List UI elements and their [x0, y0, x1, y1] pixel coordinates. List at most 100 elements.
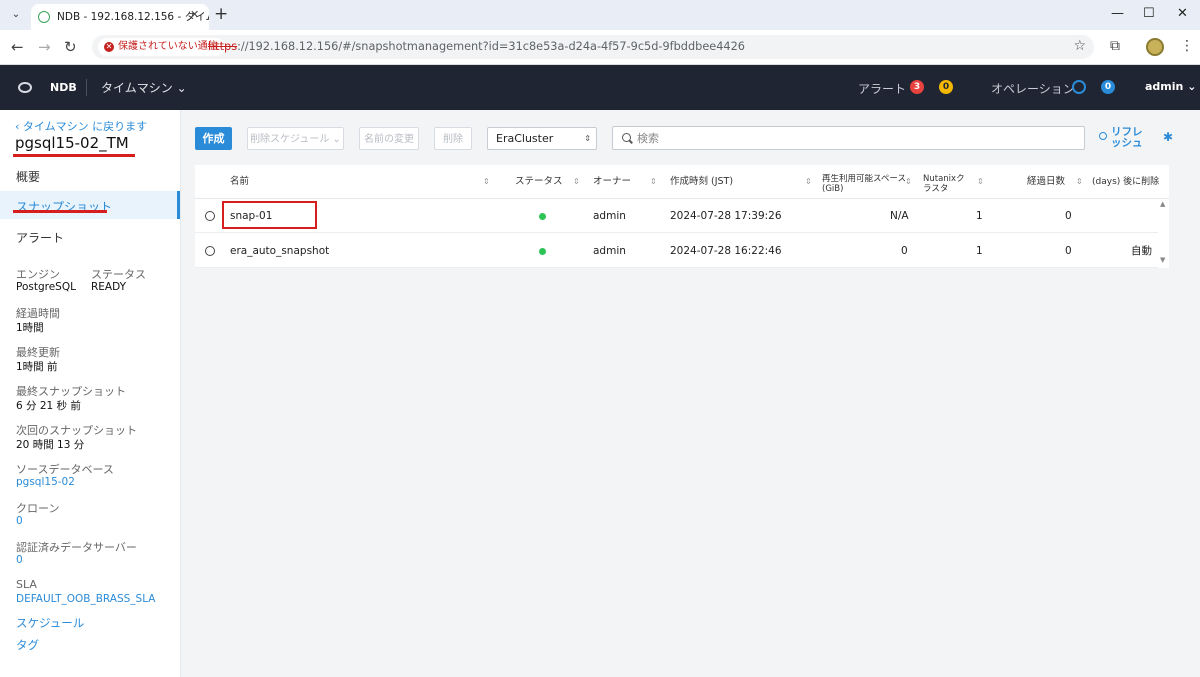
sla-link[interactable]: DEFAULT_OOB_BRASS_SLA [16, 593, 156, 605]
header-divider [86, 79, 87, 96]
status-ok-dot [539, 213, 546, 220]
operations-label[interactable]: オペレーション [991, 80, 1075, 97]
refresh-button[interactable]: リフレッシュ [1111, 127, 1147, 149]
source-db-link[interactable]: pgsql15-02 [16, 476, 75, 488]
window-close-icon[interactable]: ✕ [1177, 6, 1188, 21]
create-snapshot-button[interactable]: 作成 [195, 127, 232, 150]
sort-icon[interactable]: ⇕ [573, 165, 580, 199]
delete-button[interactable]: 削除 [434, 127, 472, 150]
authorized-servers-link[interactable]: 0 [16, 554, 23, 566]
security-label: 保護されていない通信 [118, 41, 218, 52]
app-logo-text[interactable]: NDB [50, 81, 77, 94]
row-name[interactable]: era_auto_snapshot [230, 234, 329, 268]
row-owner: admin [593, 210, 626, 222]
delete-schedule-label: 削除スケジュール [250, 134, 330, 145]
sort-icon[interactable]: ⇕ [905, 165, 912, 199]
user-menu[interactable]: admin ⌄ [1145, 80, 1196, 93]
table-scrollbar[interactable]: ▲ ▼ [1158, 200, 1169, 268]
last-snapshot-value: 6 分 21 秒 前 [16, 400, 81, 412]
clones-link[interactable]: 0 [16, 515, 23, 527]
search-box[interactable] [612, 126, 1085, 150]
bookmark-star-icon[interactable]: ☆ [1073, 38, 1086, 54]
schedule-link[interactable]: スケジュール [16, 615, 84, 631]
sidebar-item-alerts[interactable]: アラート [16, 229, 64, 246]
url-path: ://192.168.12.156/#/snapshotmanagement?i… [237, 40, 745, 53]
extensions-icon[interactable]: ⧉ [1110, 38, 1120, 54]
col-reclaimable[interactable]: 再生利用可能スペース (GiB) [822, 174, 906, 194]
age-label: 経過時間 [16, 307, 60, 320]
profile-avatar[interactable] [1146, 38, 1164, 56]
address-bar-row: ← → ↻ ✕ 保護されていない通信 https://192.168.12.15… [0, 30, 1200, 65]
sort-icon[interactable]: ⇕ [805, 165, 812, 199]
select-arrows-icon: ⇕ [584, 134, 591, 143]
security-chip[interactable]: ✕ 保護されていない通信 [98, 38, 225, 56]
operations-count-badge[interactable]: 0 [1101, 80, 1115, 94]
new-tab-button[interactable]: + [214, 4, 228, 24]
row-clusters: 1 [976, 210, 983, 222]
url-text[interactable]: https://192.168.12.156/#/snapshotmanagem… [208, 35, 745, 59]
delete-schedule-button[interactable]: 削除スケジュール ⌄ [247, 127, 344, 150]
refresh-icon [1099, 132, 1107, 140]
ndb-logo-icon [18, 82, 32, 93]
table-row[interactable]: era_auto_snapshot admin 2024-07-28 16:22… [195, 234, 1169, 268]
tab-search-chevron-icon[interactable]: ⌄ [6, 5, 26, 25]
status-label: ステータス [91, 268, 146, 281]
omnibox[interactable]: ✕ 保護されていない通信 https://192.168.12.156/#/sn… [92, 35, 1094, 59]
annotation-underline [13, 210, 107, 213]
browser-tab[interactable]: NDB - 192.168.12.156 - タイムマ [31, 4, 209, 30]
alerts-label[interactable]: アラート [858, 80, 906, 97]
sort-icon[interactable]: ⇕ [1076, 165, 1083, 199]
status-ok-dot [539, 248, 546, 255]
row-owner: admin [593, 245, 626, 257]
back-to-time-machines-link[interactable]: ‹ タイムマシン に戻ります [15, 118, 147, 134]
cluster-select-value: EraCluster [496, 132, 554, 145]
row-created: 2024-07-28 16:22:46 [670, 245, 782, 257]
rename-button[interactable]: 名前の変更 [359, 127, 419, 150]
annotation-underline [13, 154, 135, 157]
url-scheme: https [208, 40, 238, 53]
col-owner[interactable]: オーナー [593, 165, 631, 199]
main-content: 作成 削除スケジュール ⌄ 名前の変更 削除 EraCluster ⇕ リフレッ… [181, 110, 1200, 677]
tab-close-icon[interactable]: ✕ [190, 8, 199, 21]
critical-alert-badge[interactable]: 3 [910, 80, 924, 94]
reload-icon[interactable]: ↻ [64, 38, 77, 56]
row-created: 2024-07-28 17:39:26 [670, 210, 782, 222]
cluster-select[interactable]: EraCluster ⇕ [487, 127, 597, 150]
row-radio[interactable] [205, 211, 215, 221]
age-value: 1時間 [16, 322, 44, 334]
minimize-icon[interactable]: — [1111, 6, 1124, 21]
col-delete-after[interactable]: (days) 後に削除 [1092, 165, 1159, 199]
scroll-up-icon[interactable]: ▲ [1160, 200, 1165, 208]
sort-icon[interactable]: ⇕ [650, 165, 657, 199]
tags-link[interactable]: タグ [16, 637, 39, 653]
col-age[interactable]: 経過日数 [1027, 165, 1065, 199]
maximize-icon[interactable]: ☐ [1143, 6, 1155, 21]
row-reclaimable: 0 [901, 245, 908, 257]
warning-alert-badge[interactable]: 0 [939, 80, 953, 94]
module-selector[interactable]: タイムマシン ⌄ [101, 79, 187, 96]
annotation-box [222, 201, 317, 229]
gear-icon[interactable]: ✱ [1163, 130, 1173, 144]
col-created[interactable]: 作成時刻 (JST) [670, 165, 733, 199]
sidebar-item-summary[interactable]: 概要 [16, 168, 40, 185]
sort-icon[interactable]: ⇕ [977, 165, 984, 199]
col-status[interactable]: ステータス [515, 165, 563, 199]
search-icon-handle [629, 139, 633, 144]
source-db-label: ソースデータベース [16, 463, 114, 476]
next-snapshot-value: 20 時間 13 分 [16, 439, 85, 451]
clones-label: クローン [16, 502, 60, 515]
forward-arrow-icon[interactable]: → [38, 38, 51, 56]
search-input[interactable] [637, 127, 1077, 149]
scroll-down-icon[interactable]: ▼ [1160, 256, 1165, 264]
sidebar: ‹ タイムマシン に戻ります pgsql15-02_TM 概要 スナップショット… [0, 110, 181, 677]
col-name[interactable]: 名前 [230, 165, 249, 199]
back-arrow-icon[interactable]: ← [11, 38, 24, 56]
row-radio[interactable] [205, 246, 215, 256]
engine-value: PostgreSQL [16, 281, 76, 293]
engine-label: エンジン [16, 268, 60, 281]
sort-icon[interactable]: ⇕ [483, 165, 490, 199]
table-row[interactable]: snap-01 admin 2024-07-28 17:39:26 N/A 1 … [195, 199, 1169, 233]
col-clusters[interactable]: Nutanixクラスタ [923, 174, 973, 194]
sla-label: SLA [16, 578, 37, 591]
browser-menu-icon[interactable]: ⋮ [1180, 38, 1194, 54]
